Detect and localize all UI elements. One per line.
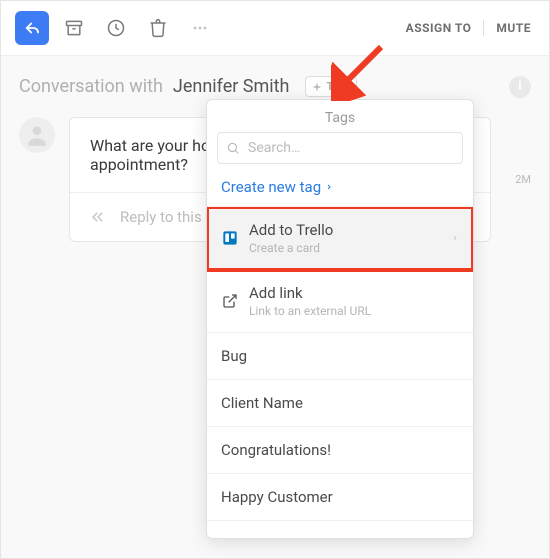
- app-frame: ASSIGN TO MUTE Conversation with Jennife…: [0, 0, 550, 559]
- search-icon: [226, 141, 240, 155]
- toolbar-separator: [483, 20, 484, 36]
- tag-search[interactable]: [217, 132, 463, 164]
- create-new-tag[interactable]: Create new tag: [207, 170, 473, 206]
- snooze-button[interactable]: [99, 11, 133, 45]
- tag-item-bug[interactable]: Bug: [207, 333, 473, 380]
- tag-item-label: Add to Trello: [249, 221, 333, 239]
- toolbar: ASSIGN TO MUTE: [1, 1, 549, 56]
- tag-item-client-name[interactable]: Client Name: [207, 380, 473, 427]
- plus-icon: [312, 82, 322, 92]
- more-button[interactable]: [183, 11, 217, 45]
- conversation-prefix: Conversation with: [19, 76, 163, 97]
- tag-item-congratulations[interactable]: Congratulations!: [207, 427, 473, 474]
- tags-dropdown-title: Tags: [207, 100, 473, 132]
- annotation-arrow: [331, 41, 391, 101]
- mute-link[interactable]: MUTE: [492, 21, 535, 35]
- tag-item-label: Client Name: [221, 394, 303, 412]
- external-link-icon: [221, 292, 239, 310]
- reply-button[interactable]: [15, 11, 49, 45]
- tag-item-label: Important: [221, 535, 287, 538]
- tags-dropdown: Tags Create new tag Add to Trello Create…: [206, 99, 474, 539]
- message-time: 2M: [515, 173, 531, 186]
- chevron-right-icon: [325, 182, 333, 192]
- reply-all-icon: [88, 207, 108, 227]
- tag-item-happy-customer[interactable]: Happy Customer: [207, 474, 473, 521]
- tag-item-label: Bug: [221, 347, 247, 365]
- tag-item-important[interactable]: Important: [207, 521, 473, 538]
- chevron-right-icon: [451, 233, 459, 243]
- tag-item-sub: Create a card: [249, 241, 333, 255]
- avatar: [19, 117, 55, 153]
- trello-icon: [221, 229, 239, 247]
- tag-search-input[interactable]: [246, 139, 454, 157]
- create-new-tag-label: Create new tag: [221, 178, 321, 196]
- tag-item-sub: Link to an external URL: [249, 304, 371, 318]
- trash-button[interactable]: [141, 11, 175, 45]
- assign-to-link[interactable]: ASSIGN TO: [402, 21, 476, 35]
- archive-button[interactable]: [57, 11, 91, 45]
- conversation-contact-name: Jennifer Smith: [173, 76, 290, 97]
- tag-item-add-to-trello[interactable]: Add to Trello Create a card: [207, 207, 473, 270]
- info-icon[interactable]: i: [509, 76, 531, 98]
- tag-item-label: Add link: [249, 284, 303, 302]
- tag-list[interactable]: Add to Trello Create a card Add link Lin…: [207, 206, 473, 538]
- tag-item-add-link[interactable]: Add link Link to an external URL: [207, 270, 473, 333]
- tag-item-label: Congratulations!: [221, 441, 331, 459]
- tag-item-label: Happy Customer: [221, 488, 333, 506]
